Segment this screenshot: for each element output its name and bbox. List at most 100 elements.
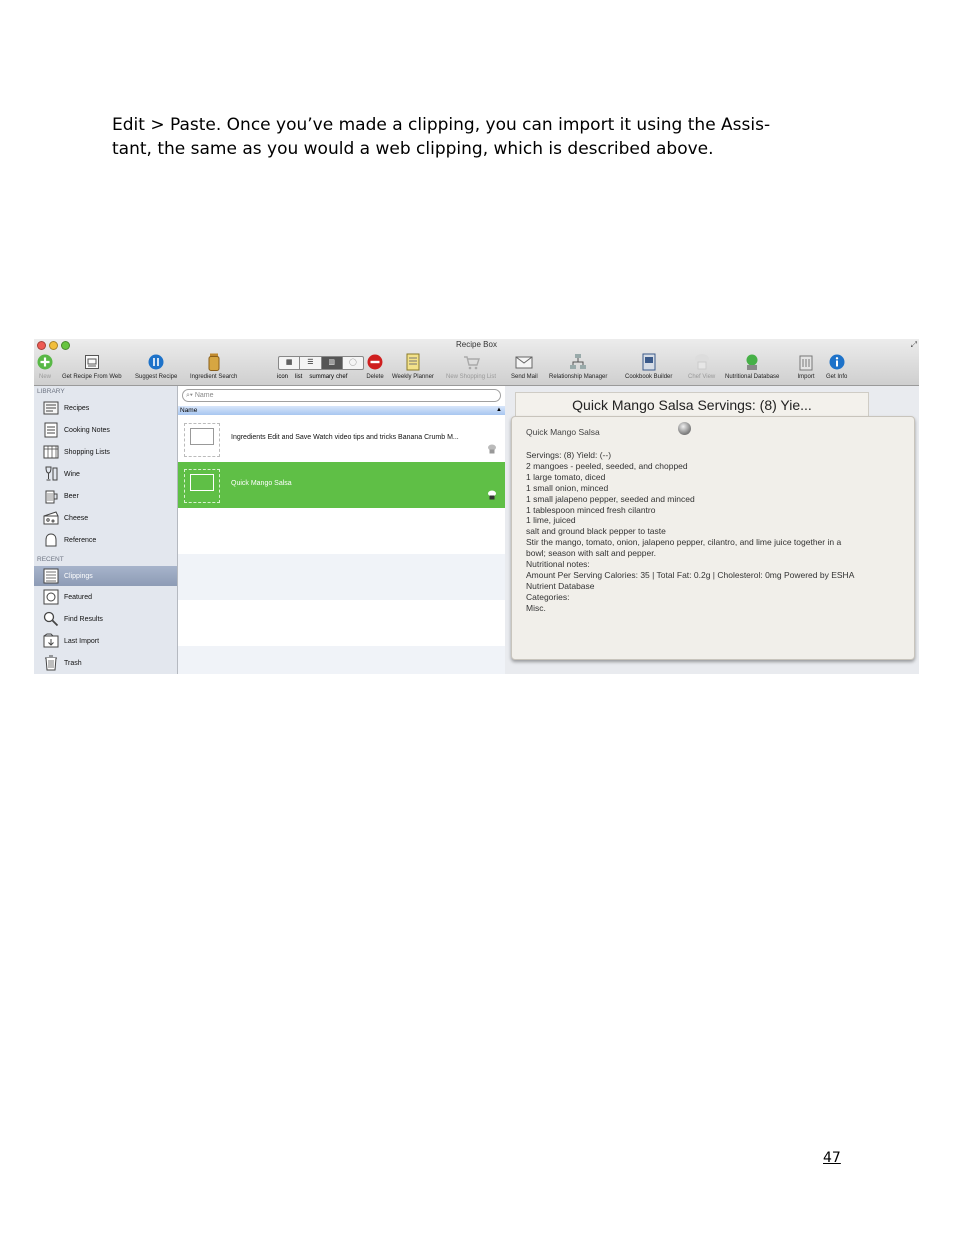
sidebar-item-shopping-lists[interactable]: Shopping Lists — [34, 442, 177, 462]
toolbar-label: icon — [277, 374, 289, 380]
recipe-line: 1 small jalapeno pepper, seeded and minc… — [526, 493, 695, 504]
list-row-empty — [178, 508, 505, 554]
toolbar-import-button[interactable]: Import — [797, 353, 815, 383]
recipe-line: Misc. — [526, 602, 546, 613]
sidebar-item-last-import[interactable]: Last Import — [34, 631, 177, 651]
body-paragraph: Edit > Paste. Once you’ve made a clippin… — [112, 113, 832, 161]
notes-icon — [43, 422, 59, 438]
view-chef-icon[interactable]: ◯ — [343, 357, 363, 369]
last-import-icon — [43, 633, 59, 649]
toolbar-label: Ingredient Search — [190, 374, 238, 380]
toolbar-send-mail-button[interactable]: Send Mail — [511, 353, 538, 383]
toolbar-suggest-recipe-button[interactable]: Suggest Recipe — [135, 353, 177, 383]
sidebar-item-featured[interactable]: Featured — [34, 587, 177, 607]
shopping-list-icon — [43, 444, 59, 460]
list-row-empty — [178, 600, 505, 646]
sidebar-item-label: Cooking Notes — [64, 426, 110, 434]
toolbar-new-shopping-list-button[interactable]: New Shopping List — [446, 353, 496, 383]
sidebar-item-cooking-notes[interactable]: Cooking Notes — [34, 420, 177, 440]
search-placeholder: Name — [194, 392, 214, 399]
toolbar-label: Get Info — [826, 374, 848, 380]
clipping-thumbnail — [184, 423, 220, 457]
recipe-line: 1 large tomato, diced — [526, 471, 606, 482]
wine-icon — [43, 466, 59, 482]
search-input[interactable]: ⌕▾ Name — [182, 389, 501, 402]
view-summary-icon[interactable]: ▥ — [321, 357, 343, 369]
trash-icon — [43, 655, 59, 671]
recipe-text: Servings: (8) Yield: (--) 2 mangoes - pe… — [526, 450, 906, 614]
toolbar-cookbook-builder-button[interactable]: Cookbook Builder — [625, 353, 672, 383]
web-card-icon — [83, 353, 101, 371]
page-number: 47 — [823, 1150, 841, 1166]
sidebar-item-find-results[interactable]: Find Results — [34, 609, 177, 629]
window-title: Recipe Box — [456, 340, 497, 349]
delete-icon — [366, 353, 384, 371]
sidebar-item-label: Featured — [64, 593, 93, 601]
recipe-line: bowl; season with salt and pepper. — [526, 548, 656, 559]
list-item-title: Ingredients Edit and Save Watch video ti… — [231, 434, 459, 441]
toolbar-chef-view-button[interactable]: Chef View — [688, 353, 715, 383]
recipe-line: 1 small onion, minced — [526, 482, 609, 493]
recipe-line: Categories: — [526, 591, 570, 602]
recipe-line: Servings: (8) Yield: (--) — [526, 450, 612, 460]
sidebar: LIBRARY Recipes Cooking Notes Shopping L… — [34, 386, 178, 674]
paragraph-line: Edit > Paste. Once you’ve made a clippin… — [112, 115, 771, 135]
clipping-thumbnail — [184, 469, 220, 503]
view-segmented-control: ▦ ☰ ▥ ◯ — [278, 356, 364, 370]
library-header: LIBRARY — [37, 388, 65, 395]
toolbar-label: Send Mail — [511, 374, 538, 380]
list-item-selected[interactable]: Quick Mango Salsa — [178, 462, 505, 508]
reference-icon — [43, 532, 59, 548]
sidebar-item-clippings[interactable]: Clippings — [34, 566, 177, 586]
search-icon: ⌕▾ — [186, 392, 193, 399]
list-row-empty — [178, 646, 505, 674]
recipe-line: Stir the mango, tomato, onion, jalapeno … — [526, 537, 842, 548]
toolbar-get-recipe-from-web-button[interactable]: Get Recipe From Web — [62, 353, 122, 383]
shopping-cart-icon — [462, 353, 480, 371]
recipe-line: salt and ground black pepper to taste — [526, 526, 666, 537]
sidebar-item-cheese[interactable]: Cheese — [34, 508, 177, 528]
sidebar-item-recipes[interactable]: Recipes — [34, 398, 177, 418]
sidebar-item-label: Find Results — [64, 615, 103, 623]
toolbar-label: New Shopping List — [446, 374, 497, 380]
toolbar-label: Cookbook Builder — [625, 374, 673, 380]
toolbar-weekly-planner-button[interactable]: Weekly Planner — [392, 353, 434, 383]
sidebar-item-reference[interactable]: Reference — [34, 530, 177, 550]
clippings-icon — [43, 568, 59, 584]
sidebar-item-label: Reference — [64, 536, 97, 544]
fullscreen-icon[interactable]: ⤢ — [911, 340, 917, 350]
recipe-title: Quick Mango Salsa — [526, 427, 600, 437]
toolbar-new-button[interactable]: New — [36, 353, 54, 383]
cookbook-icon — [640, 353, 658, 371]
sidebar-item-label: Wine — [64, 470, 80, 478]
planner-icon — [404, 353, 422, 371]
toolbar-nutritional-database-button[interactable]: Nutritional Database — [725, 353, 779, 383]
sidebar-item-trash[interactable]: Trash — [34, 653, 177, 673]
chef-hat-icon — [488, 444, 496, 454]
list-row-empty — [178, 554, 505, 600]
view-icon-icon[interactable]: ▦ — [279, 357, 301, 369]
plus-circle-icon — [36, 353, 54, 371]
recipe-line: 1 lime, juiced — [526, 515, 576, 526]
toolbar-label: Delete — [366, 374, 384, 380]
column-header-name[interactable]: Name ▲ — [178, 406, 505, 415]
sidebar-item-beer[interactable]: Beer — [34, 486, 177, 506]
recipe-line: 2 mangoes - peeled, seeded, and chopped — [526, 460, 688, 471]
list-item[interactable]: Ingredients Edit and Save Watch video ti… — [178, 416, 505, 462]
toolbar-label: summary — [309, 374, 335, 380]
toolbar-label: Weekly Planner — [392, 374, 434, 380]
toolbar-relationship-manager-button[interactable]: Relationship Manager — [549, 353, 607, 383]
sidebar-item-wine[interactable]: Wine — [34, 464, 177, 484]
sidebar-item-label: Recipes — [64, 404, 90, 412]
recipe-line: Nutritional notes: — [526, 559, 590, 570]
toolbar-get-info-button[interactable]: Get Info — [826, 353, 847, 383]
relationship-icon — [569, 353, 587, 371]
beer-icon — [43, 488, 59, 504]
view-list-icon[interactable]: ☰ — [300, 357, 322, 369]
sidebar-item-label: Clippings — [64, 572, 93, 580]
toolbar-ingredient-search-button[interactable]: Ingredient Search — [190, 353, 237, 383]
toolbar-delete-button[interactable]: Delete — [366, 353, 384, 383]
sidebar-item-label: Last Import — [64, 637, 100, 645]
magnifier-icon — [43, 611, 59, 627]
sidebar-item-label: Cheese — [64, 514, 89, 522]
